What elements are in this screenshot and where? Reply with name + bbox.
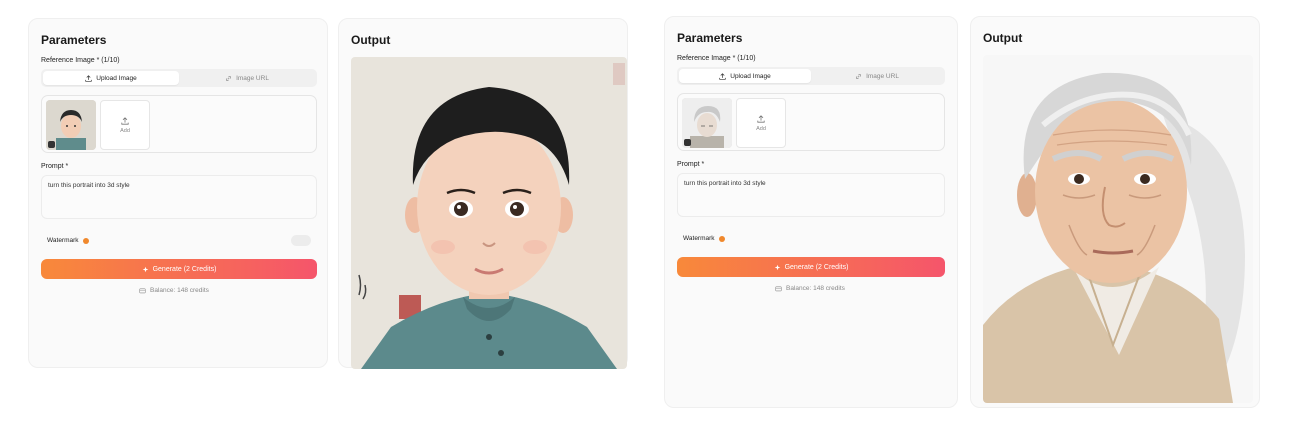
parameters-title: Parameters: [41, 33, 107, 47]
tab-image-url[interactable]: Image URL: [179, 71, 315, 85]
watermark-label: Watermark: [683, 235, 715, 242]
upload-icon: [85, 74, 92, 82]
sparkle-icon: [142, 266, 148, 272]
reference-image-label: Reference Image * (1/10): [677, 55, 756, 62]
upload-icon: [719, 72, 726, 80]
add-image-label: Add: [756, 125, 766, 132]
3d-old-man-portrait: [983, 55, 1253, 403]
output-image[interactable]: [983, 55, 1253, 403]
balance-info: Balance: 148 credits: [139, 287, 209, 294]
balance-text: Balance: 148 credits: [786, 285, 845, 292]
tab-upload-image-label: Upload Image: [96, 74, 137, 82]
tab-upload-image[interactable]: Upload Image: [43, 71, 179, 85]
app-screenshot-old-man: Parameters Reference Image * (1/10) Uplo…: [664, 16, 1260, 408]
generate-label: Generate (2 Credits): [152, 265, 217, 273]
prompt-textarea[interactable]: turn this portrait into 3d style: [41, 175, 317, 219]
tab-image-url[interactable]: Image URL: [811, 69, 943, 83]
output-title: Output: [983, 31, 1023, 45]
watermark-toggle[interactable]: [291, 235, 311, 246]
tab-upload-image[interactable]: Upload Image: [679, 69, 811, 83]
image-source-tabs: Upload Image Image URL: [677, 67, 945, 85]
balance-text: Balance: 148 credits: [150, 287, 209, 294]
wallet-icon: [139, 288, 146, 294]
sparkle-icon: [774, 264, 780, 270]
generate-button[interactable]: Generate (2 Credits): [677, 257, 945, 277]
reference-thumbnail[interactable]: [682, 98, 732, 148]
prompt-textarea[interactable]: turn this portrait into 3d style: [677, 173, 945, 217]
watermark-row: Watermark: [683, 235, 725, 242]
wallet-icon: [775, 286, 782, 292]
reference-image-dropzone[interactable]: Add: [41, 95, 317, 153]
tab-image-url-label: Image URL: [866, 72, 899, 80]
upload-icon: [757, 114, 765, 123]
balance-info: Balance: 148 credits: [775, 285, 845, 292]
output-panel: Output: [338, 18, 628, 369]
thumbnail-badge: [48, 141, 55, 148]
coin-icon: [82, 237, 89, 244]
image-source-tabs: Upload Image Image URL: [41, 69, 317, 87]
reference-image-label: Reference Image * (1/10): [41, 57, 120, 64]
link-icon: [856, 73, 862, 79]
prompt-label: Prompt *: [677, 161, 705, 168]
upload-icon: [121, 116, 129, 125]
output-image[interactable]: [351, 57, 627, 369]
3d-boy-portrait: [351, 57, 627, 369]
generate-button[interactable]: Generate (2 Credits): [41, 259, 317, 279]
reference-image-dropzone[interactable]: Add: [677, 93, 945, 151]
tab-image-url-label: Image URL: [236, 74, 269, 82]
generate-label: Generate (2 Credits): [784, 263, 849, 271]
add-image-button[interactable]: Add: [736, 98, 786, 148]
comparison-stage: Parameters Reference Image * (1/10) Uplo…: [0, 0, 1303, 428]
output-title: Output: [351, 33, 391, 47]
watermark-row: Watermark: [47, 237, 89, 244]
parameters-panel: Parameters Reference Image * (1/10) Uplo…: [28, 18, 328, 368]
output-panel: Output: [970, 16, 1260, 408]
watermark-label: Watermark: [47, 237, 79, 244]
thumbnail-badge: [684, 139, 691, 146]
parameters-panel: Parameters Reference Image * (1/10) Uplo…: [664, 16, 958, 408]
prompt-label: Prompt *: [41, 163, 69, 170]
add-image-button[interactable]: Add: [100, 100, 150, 150]
app-screenshot-boy: Parameters Reference Image * (1/10) Uplo…: [28, 18, 628, 369]
parameters-title: Parameters: [677, 31, 743, 45]
add-image-label: Add: [120, 127, 130, 134]
reference-thumbnail[interactable]: [46, 100, 96, 150]
tab-upload-image-label: Upload Image: [730, 72, 771, 80]
coin-icon: [718, 235, 725, 242]
link-icon: [226, 75, 232, 81]
